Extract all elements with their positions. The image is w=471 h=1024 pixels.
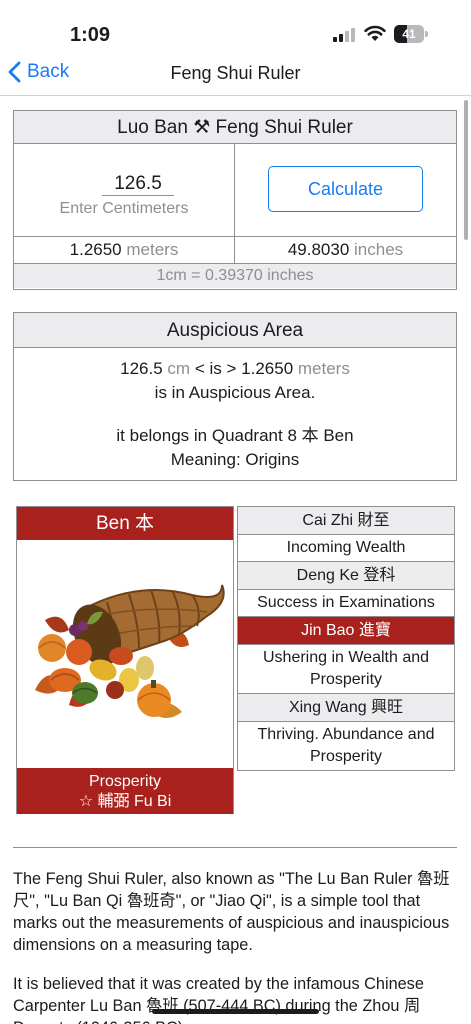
calculator-title: Luo Ban ⚒ Feng Shui Ruler — [14, 111, 456, 144]
cellular-signal-icon — [333, 27, 355, 42]
category-list: Cai Zhi 財至 Incoming Wealth Deng Ke 登科 Su… — [237, 506, 455, 771]
description: The Feng Shui Ruler, also known as "The … — [13, 868, 463, 1024]
battery-icon: 41 — [394, 25, 428, 43]
area-meaning-text: Meaning: Origins — [170, 450, 300, 469]
area-cm-unit: cm — [167, 359, 191, 378]
status-time: 1:09 — [70, 24, 111, 46]
meters-value: 1.2650 — [69, 240, 122, 259]
centimeters-hint: Enter Centimeters — [59, 200, 189, 217]
page-title: Feng Shui Ruler — [170, 63, 301, 83]
meters-result: 1.2650 meters — [14, 237, 235, 263]
area-measurement-line: 126.5 cm < is > 1.2650 meters — [14, 357, 456, 381]
meaning-deng-ke: Success in Examinations — [238, 590, 454, 617]
wifi-icon — [364, 25, 386, 41]
card-title: Ben 本 — [17, 507, 233, 540]
conversion-note: 1cm = 0.39370 inches — [14, 264, 456, 288]
area-quadrant-text: it belongs in Quadrant 8 本 Ben — [116, 426, 354, 445]
calculate-button[interactable]: Calculate — [268, 166, 423, 212]
card-footer-star: ☆ 輔弼 Fu Bi — [78, 793, 172, 810]
area-meters-unit: meters — [297, 359, 350, 378]
area-separator: < is > — [194, 359, 237, 378]
area-cm-value: 126.5 — [120, 359, 163, 378]
description-paragraph-1: The Feng Shui Ruler, also known as "The … — [13, 870, 450, 954]
divider — [13, 847, 457, 848]
inches-unit: inches — [354, 240, 404, 259]
cornucopia-image — [17, 540, 233, 768]
inches-result: 49.8030 inches — [235, 237, 456, 263]
navigation-bar: Back Feng Shui Ruler — [0, 52, 471, 96]
description-paragraph-2: It is believed that it was created by th… — [13, 975, 424, 1024]
meaning-xing-wang: Thriving. Abundance and Prosperity — [238, 722, 454, 770]
scrollbar[interactable] — [464, 100, 468, 240]
category-cai-zhi[interactable]: Cai Zhi 財至 — [238, 507, 454, 535]
card-footer: Prosperity ☆ 輔弼 Fu Bi — [17, 768, 233, 814]
area-meters-value: 1.2650 — [241, 359, 294, 378]
centimeters-input[interactable] — [102, 173, 174, 196]
quadrant-card: Ben 本 Prosperity ☆ 輔弼 Fu Bi — [16, 506, 234, 814]
meaning-jin-bao: Ushering in Wealth and Prosperity — [238, 645, 454, 694]
category-jin-bao[interactable]: Jin Bao 進寶 — [238, 617, 454, 645]
category-xing-wang[interactable]: Xing Wang 興旺 — [238, 694, 454, 722]
status-bar: 1:09 41 — [0, 0, 471, 60]
meters-unit: meters — [126, 240, 179, 259]
card-footer-meaning: Prosperity — [88, 773, 162, 790]
battery-level: 41 — [402, 27, 416, 41]
auspicious-area-panel: Auspicious Area 126.5 cm < is > 1.2650 m… — [13, 312, 457, 481]
inches-value: 49.8030 — [287, 240, 350, 259]
ruler-calculator: Luo Ban ⚒ Feng Shui Ruler Enter Centimet… — [13, 110, 457, 290]
area-title: Auspicious Area — [14, 313, 456, 348]
category-deng-ke[interactable]: Deng Ke 登科 — [238, 562, 454, 590]
meaning-cai-zhi: Incoming Wealth — [238, 535, 454, 562]
home-indicator[interactable] — [152, 1009, 319, 1014]
area-result-text: is in Auspicious Area. — [154, 383, 316, 402]
